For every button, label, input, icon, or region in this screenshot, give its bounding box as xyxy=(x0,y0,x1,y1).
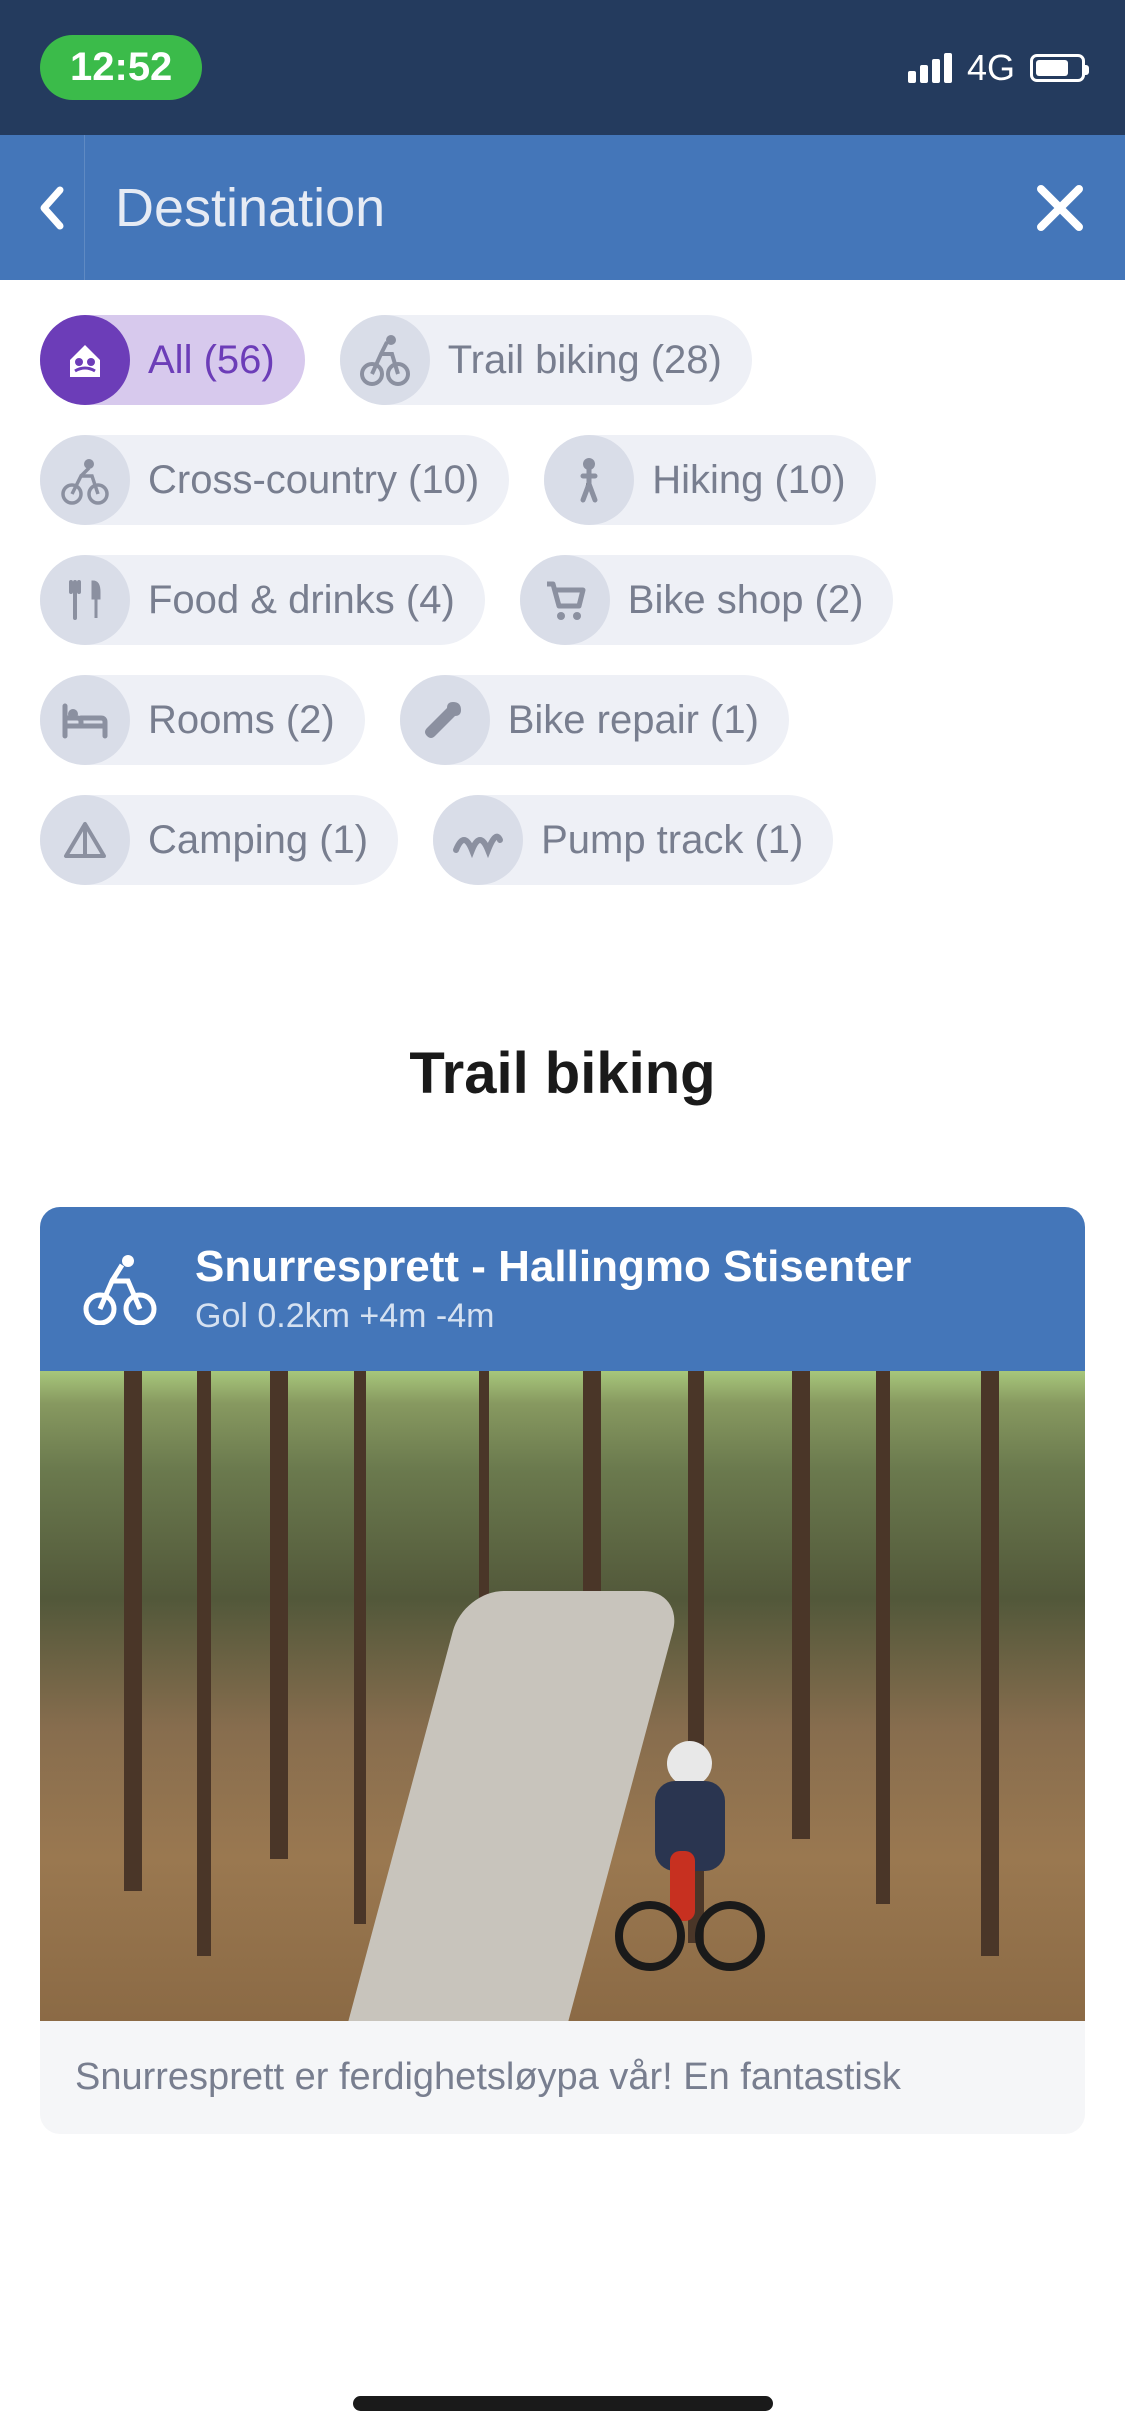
cycling-icon xyxy=(40,435,130,525)
filter-hiking[interactable]: Hiking (10) xyxy=(544,435,875,525)
card-image xyxy=(40,1371,1085,2021)
filter-bike-repair[interactable]: Bike repair (1) xyxy=(400,675,789,765)
filter-cross-country[interactable]: Cross-country (10) xyxy=(40,435,509,525)
filter-list: All (56) Trail biking (28) Cross-country… xyxy=(0,280,1125,920)
filter-bike-shop[interactable]: Bike shop (2) xyxy=(520,555,894,645)
back-button[interactable] xyxy=(0,135,85,280)
filter-label: Trail biking (28) xyxy=(448,338,722,383)
filter-label: Bike repair (1) xyxy=(508,698,759,743)
close-icon xyxy=(1035,183,1085,233)
filter-label: Pump track (1) xyxy=(541,818,803,863)
card-header: Snurresprett - Hallingmo Stisenter Gol 0… xyxy=(40,1207,1085,1371)
filter-all[interactable]: All (56) xyxy=(40,315,305,405)
home-indicator[interactable] xyxy=(353,2396,773,2411)
card-title-area: Snurresprett - Hallingmo Stisenter Gol 0… xyxy=(195,1242,1045,1336)
close-button[interactable] xyxy=(1035,183,1085,233)
wrench-icon xyxy=(400,675,490,765)
filter-label: Camping (1) xyxy=(148,818,368,863)
pump-icon xyxy=(433,795,523,885)
card-title: Snurresprett - Hallingmo Stisenter xyxy=(195,1242,1045,1292)
cart-icon xyxy=(520,555,610,645)
house-icon xyxy=(40,315,130,405)
mtb-icon xyxy=(340,315,430,405)
chevron-left-icon xyxy=(38,186,66,230)
battery-icon xyxy=(1030,54,1085,82)
food-icon xyxy=(40,555,130,645)
filter-camping[interactable]: Camping (1) xyxy=(40,795,398,885)
network-label: 4G xyxy=(967,47,1015,89)
section-title: Trail biking xyxy=(0,1040,1125,1107)
hiking-icon xyxy=(544,435,634,525)
card-subtitle: Gol 0.2km +4m -4m xyxy=(195,1297,1045,1336)
bed-icon xyxy=(40,675,130,765)
tent-icon xyxy=(40,795,130,885)
filter-label: All (56) xyxy=(148,338,275,383)
filter-label: Rooms (2) xyxy=(148,698,335,743)
filter-label: Bike shop (2) xyxy=(628,578,864,623)
filter-label: Cross-country (10) xyxy=(148,458,479,503)
header: Destination xyxy=(0,135,1125,280)
filter-pump-track[interactable]: Pump track (1) xyxy=(433,795,833,885)
status-bar: 12:52 4G xyxy=(0,0,1125,135)
status-right: 4G xyxy=(908,47,1085,89)
filter-food-drinks[interactable]: Food & drinks (4) xyxy=(40,555,485,645)
filter-label: Hiking (10) xyxy=(652,458,845,503)
filter-trail-biking[interactable]: Trail biking (28) xyxy=(340,315,752,405)
trail-card[interactable]: Snurresprett - Hallingmo Stisenter Gol 0… xyxy=(40,1207,1085,2134)
card-description: Snurresprett er ferdighetsløypa vår! En … xyxy=(40,2021,1085,2134)
mtb-icon xyxy=(80,1253,160,1325)
page-title: Destination xyxy=(115,177,385,239)
filter-label: Food & drinks (4) xyxy=(148,578,455,623)
filter-rooms[interactable]: Rooms (2) xyxy=(40,675,365,765)
signal-icon xyxy=(908,53,952,83)
status-time: 12:52 xyxy=(40,35,202,100)
